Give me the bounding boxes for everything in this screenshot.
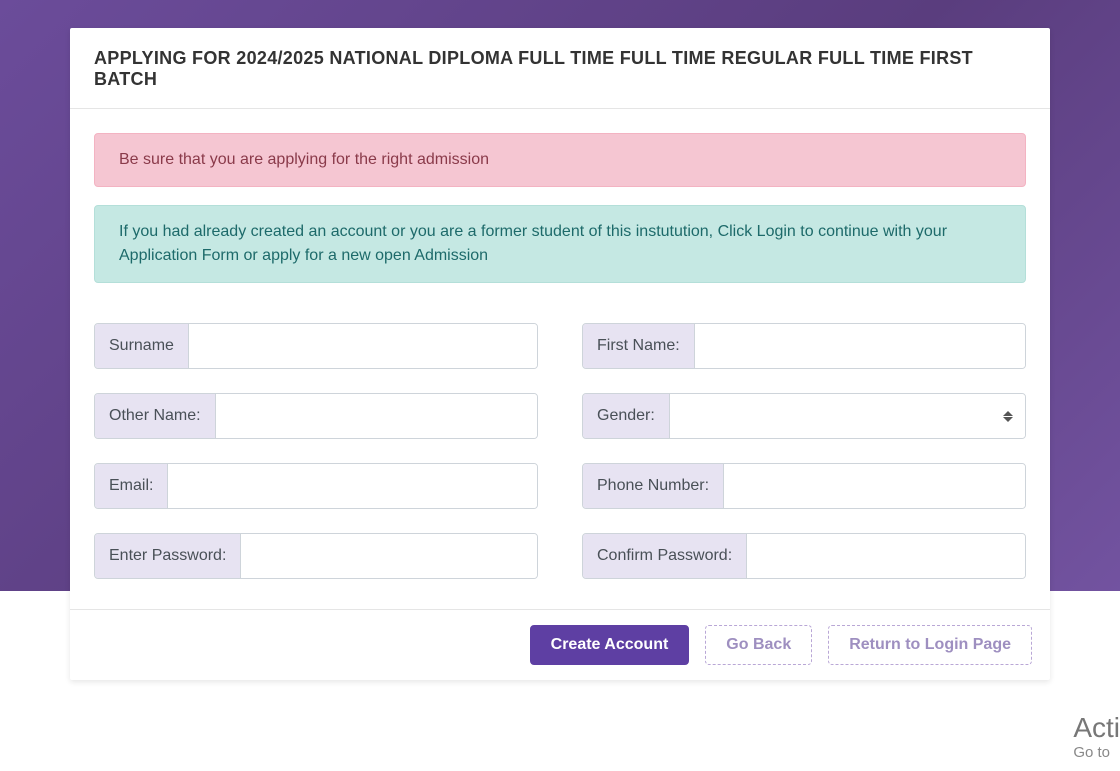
go-back-button[interactable]: Go Back bbox=[705, 625, 812, 665]
surname-group: Surname bbox=[94, 323, 538, 369]
confirm-password-group: Confirm Password: bbox=[582, 533, 1026, 579]
page-title: APPLYING FOR 2024/2025 NATIONAL DIPLOMA … bbox=[94, 48, 1026, 90]
card-body: Be sure that you are applying for the ri… bbox=[70, 109, 1050, 609]
gender-select[interactable] bbox=[670, 394, 1025, 438]
phone-group: Phone Number: bbox=[582, 463, 1026, 509]
windows-activation-watermark: Acti Go to bbox=[1073, 712, 1120, 761]
email-input[interactable] bbox=[168, 464, 537, 508]
phone-label: Phone Number: bbox=[583, 464, 724, 508]
email-group: Email: bbox=[94, 463, 538, 509]
password-label: Enter Password: bbox=[95, 534, 241, 578]
surname-label: Surname bbox=[95, 324, 189, 368]
othername-group: Other Name: bbox=[94, 393, 538, 439]
password-input[interactable] bbox=[241, 534, 537, 578]
watermark-title: Acti bbox=[1073, 712, 1120, 744]
watermark-sub: Go to bbox=[1073, 744, 1120, 761]
create-account-button[interactable]: Create Account bbox=[530, 625, 690, 665]
form-grid: Surname First Name: Other Name: Gender: bbox=[94, 323, 1026, 579]
gender-group: Gender: bbox=[582, 393, 1026, 439]
firstname-group: First Name: bbox=[582, 323, 1026, 369]
card-header: APPLYING FOR 2024/2025 NATIONAL DIPLOMA … bbox=[70, 28, 1050, 109]
othername-input[interactable] bbox=[216, 394, 537, 438]
phone-input[interactable] bbox=[724, 464, 1025, 508]
warning-alert: Be sure that you are applying for the ri… bbox=[94, 133, 1026, 187]
firstname-input[interactable] bbox=[695, 324, 1025, 368]
confirm-password-label: Confirm Password: bbox=[583, 534, 747, 578]
application-card: APPLYING FOR 2024/2025 NATIONAL DIPLOMA … bbox=[70, 28, 1050, 680]
surname-input[interactable] bbox=[189, 324, 537, 368]
othername-label: Other Name: bbox=[95, 394, 216, 438]
gender-label: Gender: bbox=[583, 394, 670, 438]
info-alert: If you had already created an account or… bbox=[94, 205, 1026, 283]
confirm-password-input[interactable] bbox=[747, 534, 1025, 578]
firstname-label: First Name: bbox=[583, 324, 695, 368]
password-group: Enter Password: bbox=[94, 533, 538, 579]
email-label: Email: bbox=[95, 464, 168, 508]
return-login-button[interactable]: Return to Login Page bbox=[828, 625, 1032, 665]
card-footer: Create Account Go Back Return to Login P… bbox=[70, 609, 1050, 680]
